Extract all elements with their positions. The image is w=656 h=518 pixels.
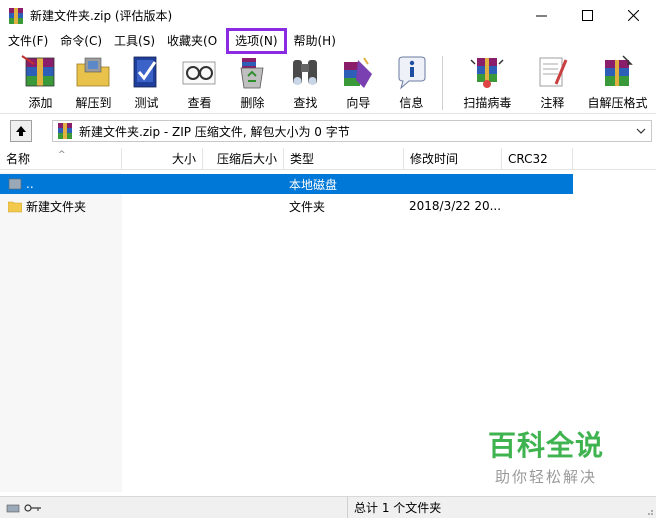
menu-bar: 文件(F) 命令(C) 工具(S) 收藏夹(O 选项(N) 帮助(H) [0, 28, 656, 54]
wizard-button[interactable]: 向导 [332, 52, 385, 114]
menu-options[interactable]: 选项(N) [226, 28, 287, 54]
archive-path-text: 新建文件夹.zip - ZIP 压缩文件, 解包大小为 0 字节 [79, 124, 350, 139]
test-button[interactable]: 测试 [120, 52, 173, 114]
sort-up-icon: ^ [58, 150, 66, 160]
disk-icon [6, 504, 20, 512]
chevron-down-icon [636, 128, 646, 134]
menu-file[interactable]: 文件(F) [2, 31, 54, 51]
sfx-label: 自解压格式 [587, 96, 648, 110]
folder-icon [8, 201, 22, 213]
test-label: 测试 [134, 96, 159, 110]
view-label: 查看 [187, 96, 212, 110]
watermark-subtitle: 助你轻松解决 [495, 468, 598, 486]
minimize-icon [535, 15, 547, 17]
toolbar: 添加 解压到 测试 查看 删除 查找 向导 信息 扫描病毒 注释 自解压格式 [0, 52, 656, 114]
minimize-button[interactable] [518, 0, 564, 31]
extract-folder-icon [77, 57, 110, 87]
status-bar: 总计 1 个文件夹 [0, 496, 656, 518]
watermark-title: 百科全说 [488, 429, 605, 462]
sfx-archive-icon [605, 55, 634, 86]
info-button[interactable]: 信息 [385, 52, 438, 114]
column-size[interactable]: 大小 [122, 148, 203, 170]
comment-icon [540, 57, 568, 87]
winrar-app-icon [8, 7, 24, 24]
column-packed-size[interactable]: 压缩后大小 [203, 148, 284, 170]
up-arrow-icon [16, 126, 26, 136]
add-archive-icon [21, 55, 55, 87]
sfx-button[interactable]: 自解压格式 [579, 52, 656, 114]
add-label: 添加 [28, 96, 53, 110]
list-item-parent[interactable]: .. 本地磁盘 [0, 174, 573, 194]
view-glasses-icon [183, 61, 216, 85]
view-button[interactable]: 查看 [173, 52, 226, 114]
find-button[interactable]: 查找 [279, 52, 332, 114]
test-icon [134, 56, 157, 88]
add-button[interactable]: 添加 [14, 52, 67, 114]
scan-virus-icon [470, 58, 504, 88]
file-list-header: ^ 名称 大小 压缩后大小 类型 修改时间 CRC32 [0, 148, 656, 170]
column-crc32[interactable]: CRC32 [502, 148, 573, 170]
column-name[interactable]: ^ 名称 [0, 148, 122, 170]
close-icon [627, 10, 639, 21]
status-summary: 总计 1 个文件夹 [354, 501, 442, 515]
info-icon [398, 56, 426, 90]
watermark: 百科全说 助你轻松解决 [488, 430, 604, 487]
comment-label: 注释 [540, 96, 565, 110]
scan-virus-button[interactable]: 扫描病毒 [449, 52, 526, 114]
close-button[interactable] [610, 0, 656, 31]
column-type[interactable]: 类型 [284, 148, 404, 170]
maximize-button[interactable] [564, 0, 610, 31]
extract-to-label: 解压到 [75, 96, 112, 110]
list-item-folder[interactable]: 新建文件夹 文件夹 2018/3/22 20... [0, 196, 502, 216]
menu-favorites[interactable]: 收藏夹(O [161, 31, 223, 51]
wizard-icon [344, 57, 373, 88]
drive-icon [8, 178, 22, 190]
up-folder-button[interactable] [10, 120, 32, 142]
key-icon [24, 503, 41, 512]
wizard-label: 向导 [346, 96, 371, 110]
delete-label: 删除 [240, 96, 265, 110]
address-bar: 新建文件夹.zip - ZIP 压缩文件, 解包大小为 0 字节 [0, 118, 656, 144]
comment-button[interactable]: 注释 [526, 52, 579, 114]
toolbar-separator [441, 56, 443, 110]
window-title: 新建文件夹.zip (评估版本) [30, 9, 173, 23]
find-label: 查找 [293, 96, 318, 110]
archive-icon [57, 123, 73, 139]
menu-tools[interactable]: 工具(S) [108, 31, 161, 51]
resize-grip-icon[interactable] [644, 506, 654, 516]
menu-command[interactable]: 命令(C) [54, 31, 108, 51]
title-bar: 新建文件夹.zip (评估版本) [0, 0, 656, 31]
scan-virus-label: 扫描病毒 [463, 96, 512, 110]
maximize-icon [581, 10, 593, 21]
extract-to-button[interactable]: 解压到 [67, 52, 120, 114]
archive-path-field[interactable]: 新建文件夹.zip - ZIP 压缩文件, 解包大小为 0 字节 [52, 120, 652, 142]
find-binoculars-icon [293, 60, 318, 85]
info-label: 信息 [399, 96, 424, 110]
column-modified[interactable]: 修改时间 [404, 148, 502, 170]
delete-recycle-icon [240, 58, 264, 89]
menu-help[interactable]: 帮助(H) [288, 31, 342, 51]
delete-button[interactable]: 删除 [226, 52, 279, 114]
